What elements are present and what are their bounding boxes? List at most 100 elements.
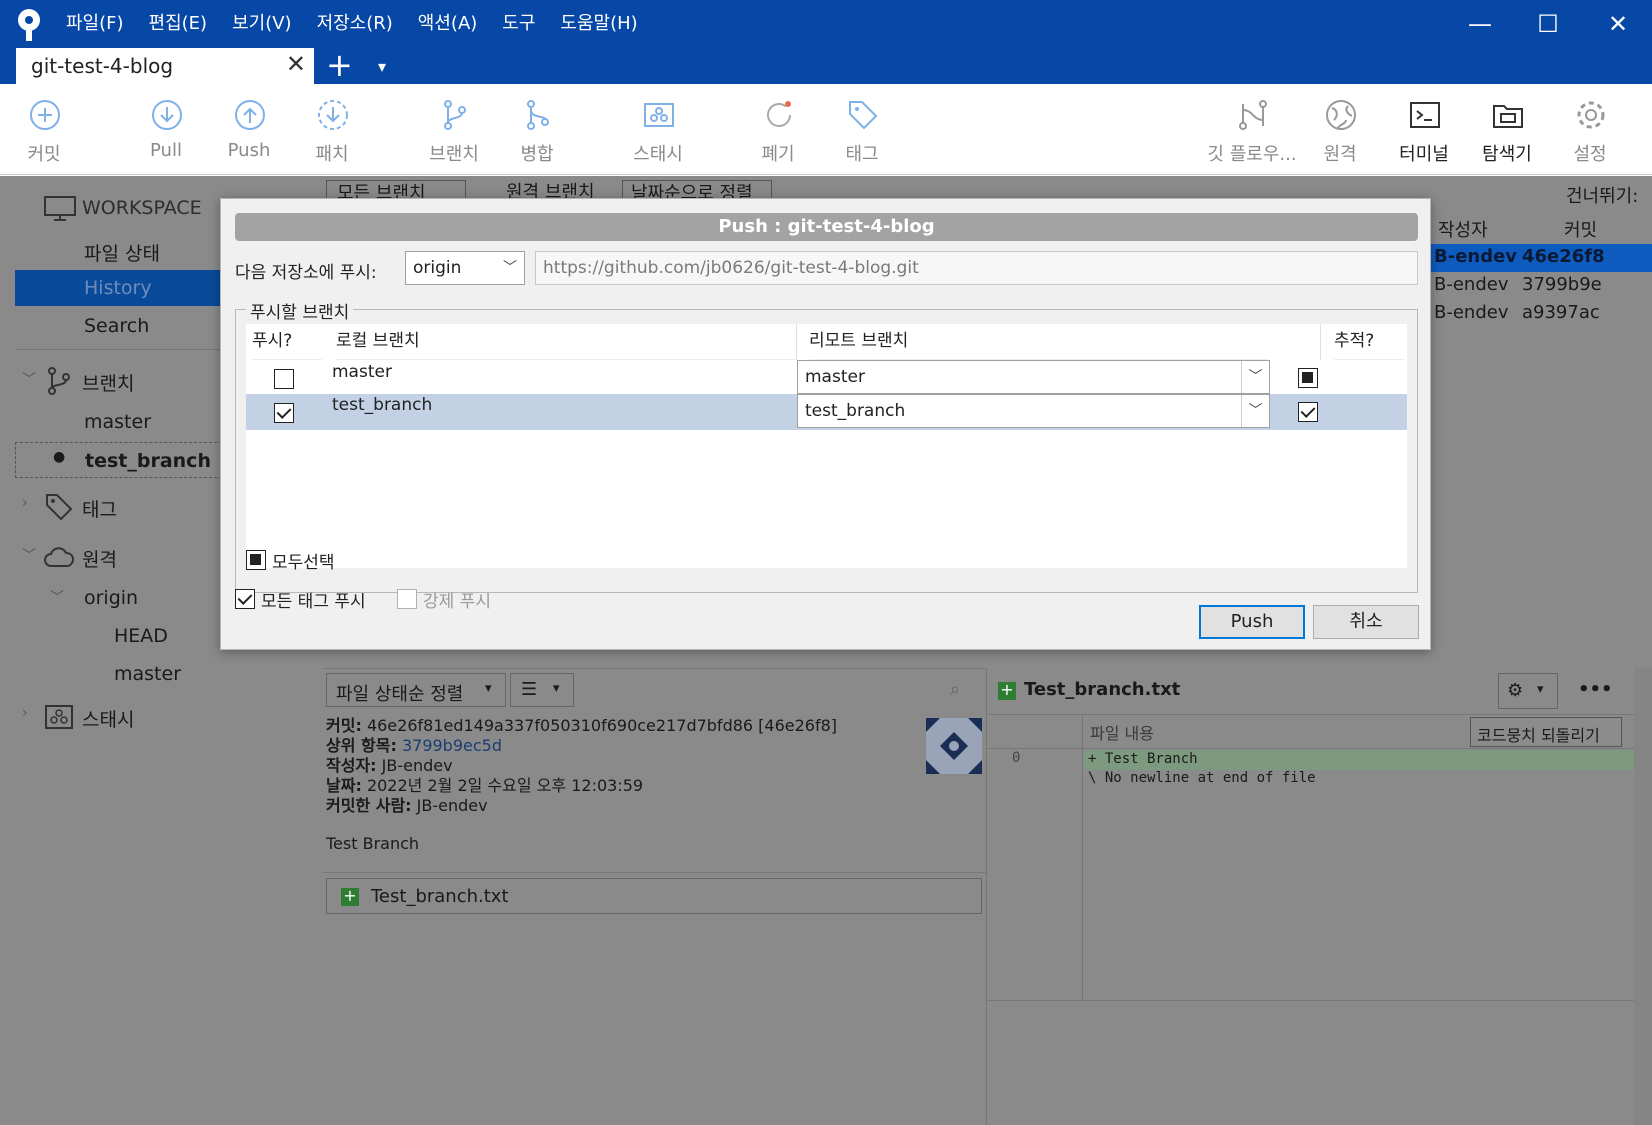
track-checkbox[interactable] (1298, 368, 1318, 388)
tags-heading: 태그 (82, 499, 117, 521)
history-row[interactable]: B-endev 3799b9e (1430, 272, 1652, 300)
changed-file-row[interactable]: + Test_branch.txt (326, 878, 982, 914)
history-commit: a9397ac (1522, 302, 1600, 323)
settings-button[interactable]: 설정 (1548, 84, 1632, 175)
pane-splitter[interactable] (986, 668, 987, 1125)
scrollbar[interactable] (1634, 668, 1652, 1125)
remote-select[interactable]: origin ﹀ (405, 251, 525, 285)
close-window-button[interactable]: ✕ (1598, 6, 1638, 42)
commit-hash: 46e26f81ed149a337f050310f690ce217d7bfd86… (366, 716, 838, 735)
menu-edit[interactable]: 편집(E) (149, 10, 208, 38)
sidebar-section-stashes[interactable]: › 스태시 (0, 698, 322, 734)
track-checkbox[interactable] (1298, 402, 1318, 422)
search-icon[interactable]: ⌕ (950, 679, 960, 700)
cancel-button[interactable]: 취소 (1313, 605, 1419, 639)
commit-button[interactable]: 커밋 (2, 84, 86, 175)
terminal-label: 터미널 (1399, 144, 1449, 165)
diff-added-text: + Test Branch (1088, 751, 1198, 767)
push-checkbox[interactable] (274, 403, 294, 423)
push-button[interactable]: Push (207, 84, 291, 175)
push-label: Push (227, 140, 271, 161)
menu-repository[interactable]: 저장소(R) (317, 10, 393, 38)
view-mode-dropdown[interactable]: ☰ ▾ (510, 673, 574, 707)
monitor-icon (44, 196, 76, 221)
file-status-label: 파일 상태 (84, 243, 160, 265)
stash-icon (644, 103, 674, 127)
maximize-button[interactable]: ☐ (1528, 6, 1568, 42)
col-commit-header[interactable]: 커밋 (1564, 216, 1597, 242)
sourcetree-logo-icon[interactable] (14, 8, 44, 42)
menu-file[interactable]: 파일(F) (66, 10, 124, 38)
push-checkbox[interactable] (274, 369, 294, 389)
sidebar-branch-current[interactable]: ● test_branch (15, 442, 222, 478)
diff-settings-dropdown[interactable]: ⚙ ▾ (1498, 673, 1558, 709)
force-push-checkbox[interactable] (397, 589, 417, 609)
explorer-button[interactable]: 탐색기 (1465, 84, 1549, 175)
chevron-down-icon: ▾ (1537, 682, 1544, 697)
menu-help[interactable]: 도움말(H) (560, 10, 637, 38)
new-tab-icon[interactable]: + (326, 48, 353, 82)
diff-divider (986, 714, 1652, 715)
merge-button[interactable]: 병합 (495, 84, 579, 175)
repo-tab[interactable]: git-test-4-blog ✕ (16, 48, 314, 84)
tab-dropdown-icon[interactable]: ▾ (378, 50, 386, 84)
branches-group: 푸시할 브랜치 푸시? 로컬 브랜치 리모트 브랜치 추적? master ma… (235, 298, 1418, 593)
more-options-icon[interactable]: ••• (1578, 679, 1613, 700)
commit-key: 커밋: (326, 716, 362, 735)
tab-close-icon[interactable]: ✕ (286, 50, 306, 78)
revert-hunk-button[interactable]: 코드뭉치 되돌리기 (1470, 717, 1622, 747)
remote-url-field[interactable]: https://github.com/jb0626/git-test-4-blo… (535, 251, 1418, 285)
stash-button[interactable]: 스태시 (616, 84, 700, 175)
terminal-button[interactable]: 터미널 (1382, 84, 1466, 175)
push-dialog: Push : git-test-4-blog 다음 저장소에 푸시: origi… (220, 198, 1431, 650)
remote-branch-combo[interactable]: test_branch ﹀ (797, 394, 1270, 428)
history-row[interactable]: B-endev a9397ac (1430, 300, 1652, 328)
origin-master-label: master (114, 663, 182, 685)
tag-button[interactable]: 태그 (820, 84, 904, 175)
col-author-header[interactable]: 작성자 (1438, 216, 1488, 242)
menu-tools[interactable]: 도구 (502, 10, 535, 38)
stashes-heading: 스태시 (82, 709, 135, 731)
col-track-header[interactable]: 추적? (1334, 324, 1404, 360)
commit-label: 커밋 (27, 144, 61, 165)
discard-button[interactable]: 폐기 (736, 84, 820, 175)
branch-row[interactable]: master master ﹀ (246, 360, 1407, 396)
pull-button[interactable]: Pull (124, 84, 208, 175)
settings-label: 설정 (1573, 144, 1607, 165)
parent-hash-link[interactable]: 3799b9ec5d (402, 736, 502, 755)
push-all-tags-label: 모든 태그 푸시 (261, 592, 366, 612)
git-flow-button[interactable]: 깃 플로우... (1202, 84, 1302, 175)
col-push-header[interactable]: 푸시? (252, 324, 322, 360)
branch-icon (444, 100, 466, 130)
col-remote-header[interactable]: 리모트 브랜치 (809, 324, 1269, 360)
select-all-checkbox[interactable] (246, 550, 266, 570)
merge-icon (527, 100, 549, 130)
cloud-icon (44, 547, 74, 567)
tag-icon (849, 101, 878, 130)
branch-row-selected[interactable]: test_branch test_branch ﹀ (246, 394, 1407, 430)
menu-actions[interactable]: 액션(A) (418, 10, 477, 38)
history-row-selected[interactable]: B-endev 46e26f8 (1430, 244, 1652, 272)
diff-added-line: + Test Branch (1084, 750, 1652, 770)
minimize-button[interactable]: — (1460, 6, 1500, 42)
branches-group-label: 푸시할 브랜치 (246, 298, 354, 323)
tab-row: git-test-4-blog ✕ + ▾ (0, 48, 1652, 84)
file-sort-dropdown[interactable]: 파일 상태순 정렬 ▾ (326, 673, 506, 707)
origin-head-label: HEAD (114, 625, 168, 647)
pane-divider (322, 872, 986, 873)
tag-icon (46, 494, 73, 521)
sidebar-remote-master[interactable]: master (0, 656, 322, 692)
remote-branch-combo[interactable]: master ﹀ (797, 360, 1270, 394)
remote-select-value: origin (413, 258, 462, 278)
col-local-header[interactable]: 로컬 브랜치 (336, 324, 796, 360)
push-all-tags-checkbox[interactable] (235, 589, 255, 609)
committer-key: 커밋한 사람: (326, 796, 412, 815)
sidebar-item-history[interactable]: History (15, 270, 222, 306)
push-confirm-button[interactable]: Push (1199, 605, 1305, 639)
remote-branch-value: test_branch (805, 401, 906, 421)
remote-button[interactable]: 원격 (1298, 84, 1382, 175)
menu-view[interactable]: 보기(V) (232, 10, 291, 38)
branch-button[interactable]: 브랜치 (412, 84, 496, 175)
fetch-button[interactable]: 패치 (290, 84, 374, 175)
remote-label: 원격 (1323, 144, 1357, 165)
